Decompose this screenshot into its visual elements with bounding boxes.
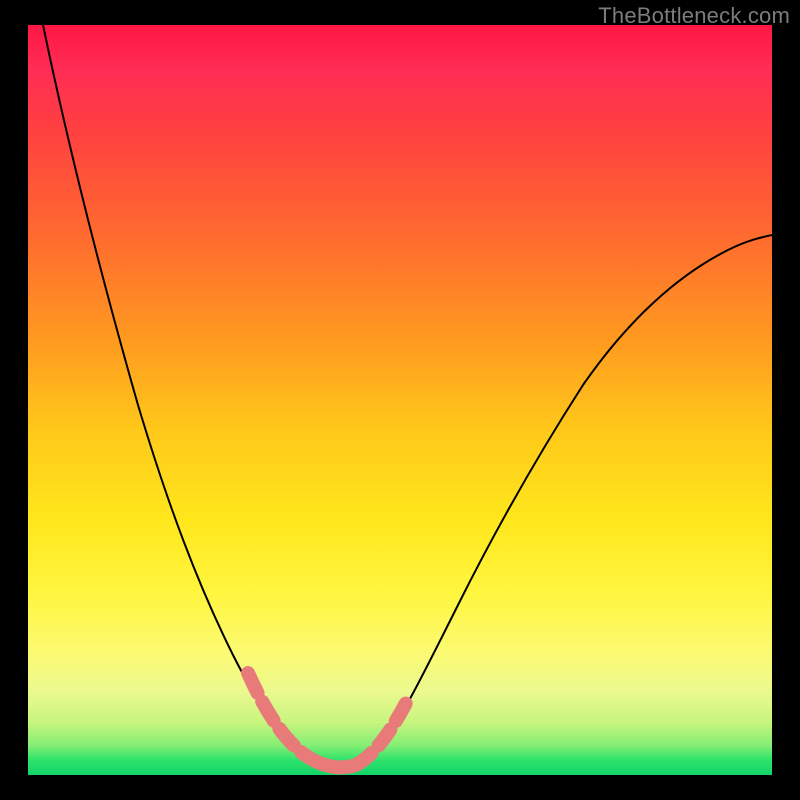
- plot-area: [28, 25, 772, 775]
- highlight-bottom: [308, 757, 356, 767]
- chart-frame: TheBottleneck.com: [0, 0, 800, 800]
- curve-layer: [28, 25, 772, 775]
- bottleneck-curve: [43, 25, 772, 769]
- highlight-left: [248, 673, 308, 757]
- highlight-right: [356, 703, 406, 765]
